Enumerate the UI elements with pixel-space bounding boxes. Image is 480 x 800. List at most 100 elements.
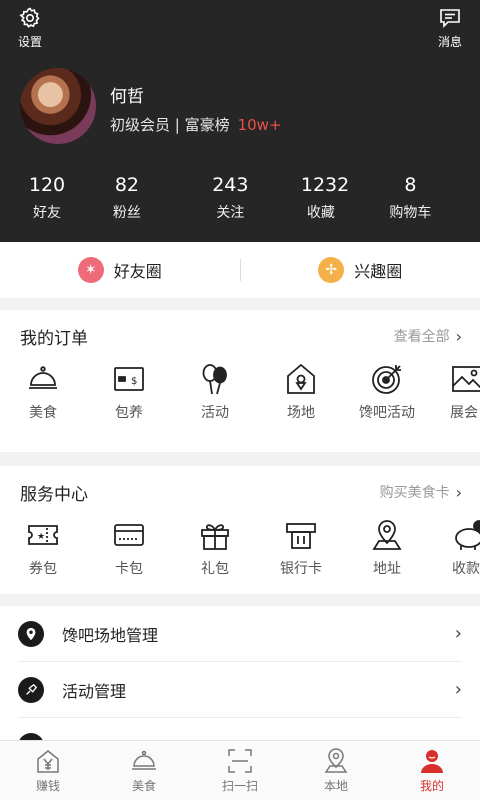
service-label: 收款 [452, 561, 480, 577]
interest-circle-button[interactable]: ✢ 兴趣圈 [241, 257, 480, 283]
nav-label: 本地 [323, 778, 348, 793]
more-label: 查看全部 [393, 329, 450, 345]
service-label: 卡包 [115, 561, 143, 577]
nav-label: 赚钱 [35, 778, 60, 793]
gift-icon [201, 524, 229, 550]
chevron-right-icon: › [455, 326, 462, 346]
message-icon [440, 9, 460, 28]
location-pin-icon [18, 620, 44, 647]
management-list: 馋吧场地管理 › 活动管理 › [0, 606, 480, 740]
order-label: 活动 [201, 405, 229, 421]
cloche-icon [132, 750, 156, 770]
nav-local[interactable]: 本地 [288, 741, 384, 800]
order-label: 场地 [287, 405, 315, 421]
order-exhibition[interactable]: 展会 [430, 362, 480, 422]
service-label: 券包 [29, 561, 57, 577]
stat-label: 关注 [216, 205, 245, 221]
chevron-right-icon: › [455, 482, 462, 502]
user-level: 初级会员 | 富豪榜 [110, 116, 230, 134]
payment-card-icon: $ [114, 367, 144, 391]
order-chanba-activity[interactable]: 馋吧活动 [344, 362, 430, 422]
stat-fans[interactable]: 82 粉丝 [94, 172, 160, 222]
service-gifts[interactable]: 礼包 [172, 518, 258, 578]
order-label: 展会 [450, 405, 478, 421]
chevron-right-icon: › [454, 679, 462, 700]
nav-food[interactable]: 美食 [96, 741, 192, 800]
section-title: 服务中心 [20, 484, 88, 505]
service-receive-payment[interactable]: 收款 [430, 518, 480, 578]
item-label: 活动管理 [62, 681, 127, 701]
stat-num: 120 [28, 174, 66, 196]
friends-circle-button[interactable]: ✶ 好友圈 [0, 257, 240, 283]
order-keep[interactable]: $ 包养 [86, 362, 172, 422]
map-pin-icon [372, 520, 402, 550]
order-venue[interactable]: 场地 [258, 362, 344, 422]
order-food[interactable]: 美食 [0, 362, 86, 422]
bottom-nav: 赚钱 美食 扫一扫 本地 我的 [0, 740, 480, 800]
stat-following[interactable]: 243 关注 [160, 172, 301, 222]
messages-label: 消息 [437, 35, 462, 49]
gear-icon [19, 7, 40, 28]
order-label: 包养 [115, 405, 143, 421]
stat-label: 购物车 [389, 205, 432, 221]
stat-favorites[interactable]: 1232 收藏 [300, 172, 350, 222]
messages-button[interactable]: 消息 [438, 6, 462, 50]
view-all-orders-link[interactable]: 查看全部 › [394, 326, 462, 346]
badminton-icon [18, 676, 44, 703]
credit-card-icon [114, 524, 144, 546]
stat-num: 1232 [300, 174, 350, 196]
settings-button[interactable]: 设置 [18, 6, 42, 50]
buy-food-card-link[interactable]: 购买美食卡 › [380, 482, 462, 502]
stat-friends[interactable]: 120 好友 [0, 172, 94, 222]
order-activity[interactable]: 活动 [172, 362, 258, 422]
balloons-icon [202, 364, 227, 395]
profile-icon [421, 749, 443, 773]
nav-label: 我的 [419, 778, 444, 793]
settings-label: 设置 [18, 35, 43, 49]
service-coupons[interactable]: ★ 券包 [0, 518, 86, 578]
circle-label: 好友圈 [113, 262, 162, 281]
stat-label: 收藏 [306, 205, 335, 221]
venue-management-item[interactable]: 馋吧场地管理 › [18, 606, 462, 662]
chevron-right-icon: › [454, 623, 462, 644]
nav-earn[interactable]: 赚钱 [0, 741, 96, 800]
order-label: 美食 [29, 405, 57, 421]
stat-label: 好友 [33, 205, 61, 221]
picture-icon [452, 366, 480, 392]
nav-scan[interactable]: 扫一扫 [192, 741, 288, 800]
nav-label: 扫一扫 [221, 778, 258, 793]
bank-card-icon [286, 523, 316, 549]
activity-management-item[interactable]: 活动管理 › [18, 662, 462, 718]
avatar[interactable] [20, 68, 96, 144]
service-label: 银行卡 [280, 561, 322, 577]
svg-text:$: $ [131, 376, 137, 387]
service-bank-card[interactable]: 银行卡 [258, 518, 344, 578]
stat-num: 243 [212, 174, 249, 196]
list-item-icon [18, 733, 44, 740]
service-address[interactable]: 地址 [344, 518, 430, 578]
user-meta: 初级会员 | 富豪榜 10w+ [110, 114, 282, 135]
order-label: 馋吧活动 [359, 405, 415, 421]
nav-mine[interactable]: 我的 [384, 741, 480, 800]
target-icon [372, 365, 401, 394]
nav-label: 美食 [131, 778, 156, 793]
orders-section: 我的订单 查看全部 › 美食 $ 包养 活动 场地 馋吧活动 展会 [0, 310, 480, 452]
partial-list-item[interactable] [18, 718, 462, 740]
star-badge-icon: ✶ [77, 257, 104, 283]
scan-icon [228, 748, 252, 773]
cloche-icon [29, 366, 57, 389]
service-cards[interactable]: 卡包 [86, 518, 172, 578]
stats-row: 120 好友 82 粉丝 243 关注 1232 收藏 8 购物车 [0, 172, 480, 222]
service-label: 礼包 [201, 561, 229, 577]
section-title: 我的订单 [20, 328, 88, 349]
stat-cart[interactable]: 8 购物车 [341, 172, 480, 222]
yen-house-icon [37, 749, 59, 773]
circles-row: ✶ 好友圈 ✢ 兴趣圈 [0, 242, 480, 298]
more-label: 购买美食卡 [379, 485, 450, 501]
user-rank: 10w+ [237, 116, 282, 134]
stat-label: 粉丝 [112, 205, 141, 221]
map-pin-icon [324, 747, 348, 773]
ticket-icon: ★ [28, 525, 58, 545]
user-name: 何哲 [110, 87, 144, 107]
profile-header: 设置 消息 何哲 初级会员 | 富豪榜 10w+ 120 好友 82 粉丝 243… [0, 0, 480, 242]
